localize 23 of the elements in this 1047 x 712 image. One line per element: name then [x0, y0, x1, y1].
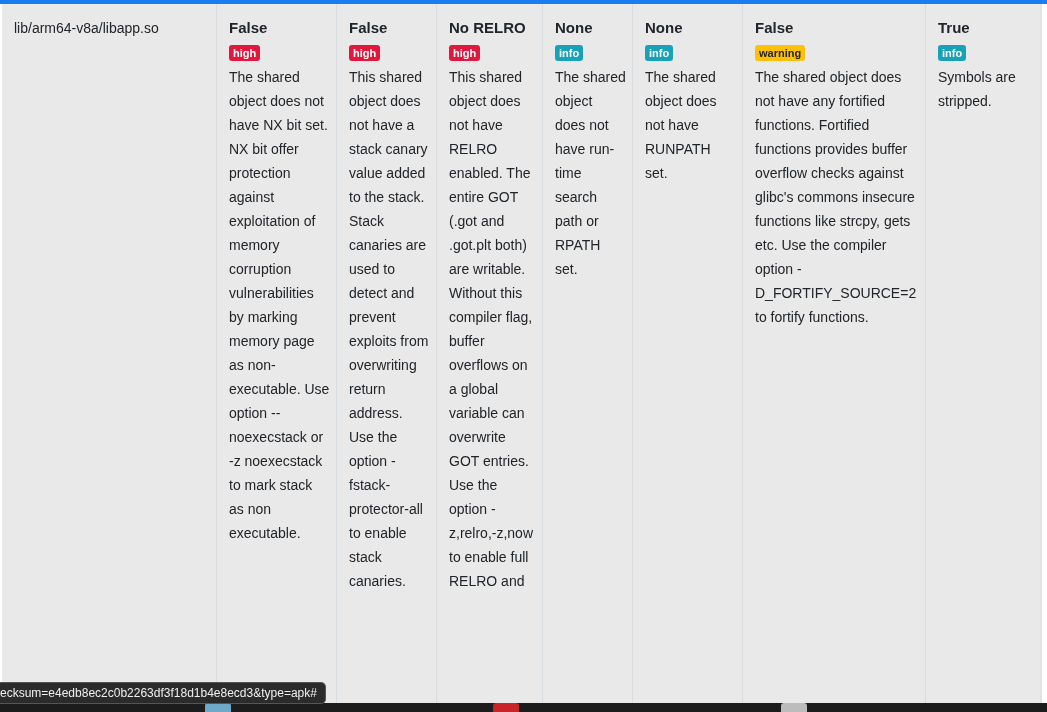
severity-badge: info	[938, 45, 967, 61]
check-description: This shared object does not have a stack canary value added to the stack. Stack canaries are used to detect and prevent exploits from overwriting return address. Use the option -fstack-protector-all to enable stack canaries.	[349, 68, 430, 591]
severity-badge: info	[645, 45, 674, 61]
severity-badge: warning	[755, 45, 806, 61]
check-value: No RELRO	[449, 18, 526, 38]
check-description: Symbols are stripped.	[938, 68, 1017, 111]
check-value: False	[349, 18, 388, 38]
severity-badge: high	[229, 45, 261, 61]
file-path: lib/arm64-v8a/libapp.so	[14, 19, 160, 38]
check-description: The shared object does not have NX bit set. NX bit offer protection against exploitation of memory corruption vulnerabilities by marking memory page as non-executable. Use option --noexecstack or -z noexecstack to mark stack as non executable.	[229, 68, 330, 543]
check-value: False	[229, 18, 268, 38]
severity-badge: high	[449, 45, 481, 61]
check-value: True	[938, 18, 970, 38]
status-url: ecksum=e4edb8ec2c0b2263df3f18d1b4e8ecd3&type=apk#	[0, 682, 326, 704]
check-description: This shared object does not have RELRO enabled. The entire GOT (.got and .got.plt both) are writable. Without this compiler flag, buffer overflows on a global variable can overwrite GOT entries. Use the option -z,relro,-z,now to enable full RELRO and	[449, 68, 535, 591]
severity-badge: info	[555, 45, 584, 61]
severity-badge: high	[349, 45, 381, 61]
check-description: The shared object does not have RUNPATH set.	[645, 68, 718, 183]
check-value: None	[645, 18, 683, 38]
check-description: The shared object does not have run-time search path or RPATH set.	[555, 68, 626, 279]
check-description: The shared object does not have any fortified functions. Fortified functions provides buffer overflow checks against glibc's commons insecure functions like strcpy, gets etc. Use the compiler option -D_FORTIFY_SOURCE=2 to fortify functions.	[755, 68, 918, 327]
check-value: False	[755, 18, 794, 38]
check-value: None	[555, 18, 593, 38]
